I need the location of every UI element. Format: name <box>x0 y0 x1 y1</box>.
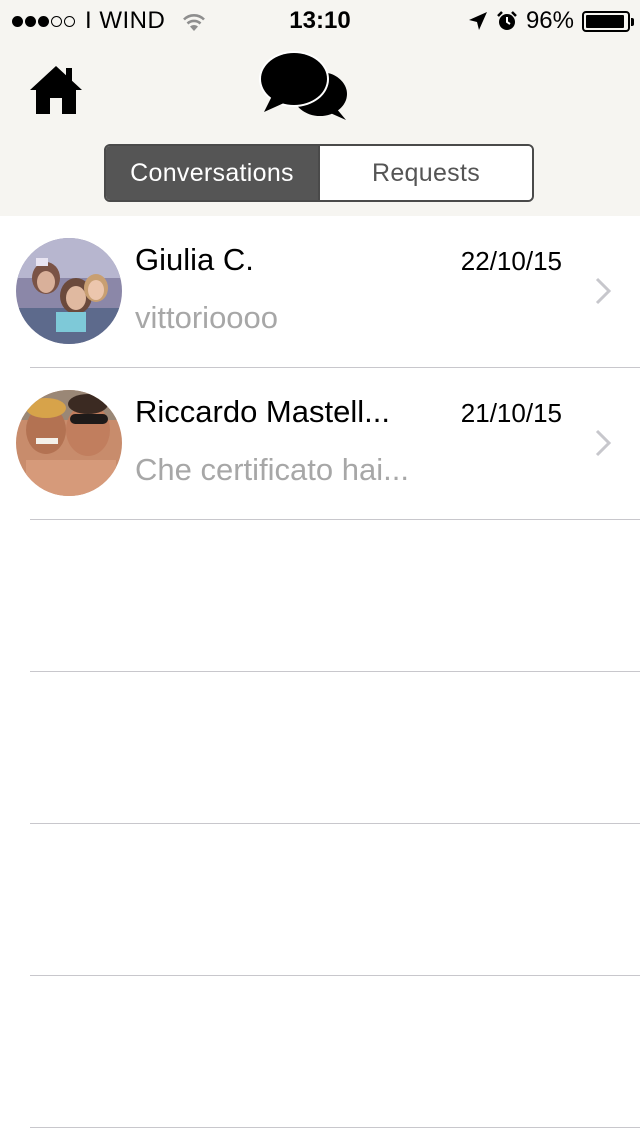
avatar <box>16 390 122 496</box>
chevron-right-icon <box>595 277 612 305</box>
conversation-row[interactable]: Giulia C. 22/10/15 vittorioooo <box>0 216 640 368</box>
location-arrow-icon <box>468 12 487 30</box>
conversation-list: Giulia C. 22/10/15 vittorioooo Riccardo … <box>0 216 640 1128</box>
chevron-right-icon <box>595 429 612 457</box>
empty-row <box>0 520 640 672</box>
tab-conversations[interactable]: Conversations <box>106 146 318 200</box>
status-bar-right: 96% <box>468 7 634 35</box>
battery-icon <box>582 10 634 32</box>
message-preview: Che certificato hai... <box>135 452 409 487</box>
alarm-clock-icon <box>497 11 517 30</box>
battery-percent: 96% <box>525 7 574 34</box>
message-preview: vittorioooo <box>135 300 279 335</box>
conversation-date: 22/10/15 <box>460 246 562 276</box>
tab-requests[interactable]: Requests <box>318 146 532 200</box>
chat-bubbles-icon <box>259 51 347 120</box>
empty-row <box>0 824 640 976</box>
home-icon[interactable] <box>28 62 84 118</box>
contact-name: Giulia C. <box>135 242 254 277</box>
battery-fill <box>586 14 625 28</box>
conversation-row[interactable]: Riccardo Mastell... 21/10/15 Che certifi… <box>0 368 640 520</box>
empty-row <box>0 976 640 1128</box>
status-bar: I WIND 13:10 96% <box>0 0 640 40</box>
divider <box>30 1127 640 1128</box>
conversation-date: 21/10/15 <box>460 398 562 428</box>
empty-row <box>0 672 640 824</box>
tab-switcher: Conversations Requests <box>104 144 534 202</box>
header: I WIND 13:10 96% Conversations Requests <box>0 0 640 216</box>
contact-name: Riccardo Mastell... <box>135 394 390 429</box>
avatar <box>16 238 122 344</box>
